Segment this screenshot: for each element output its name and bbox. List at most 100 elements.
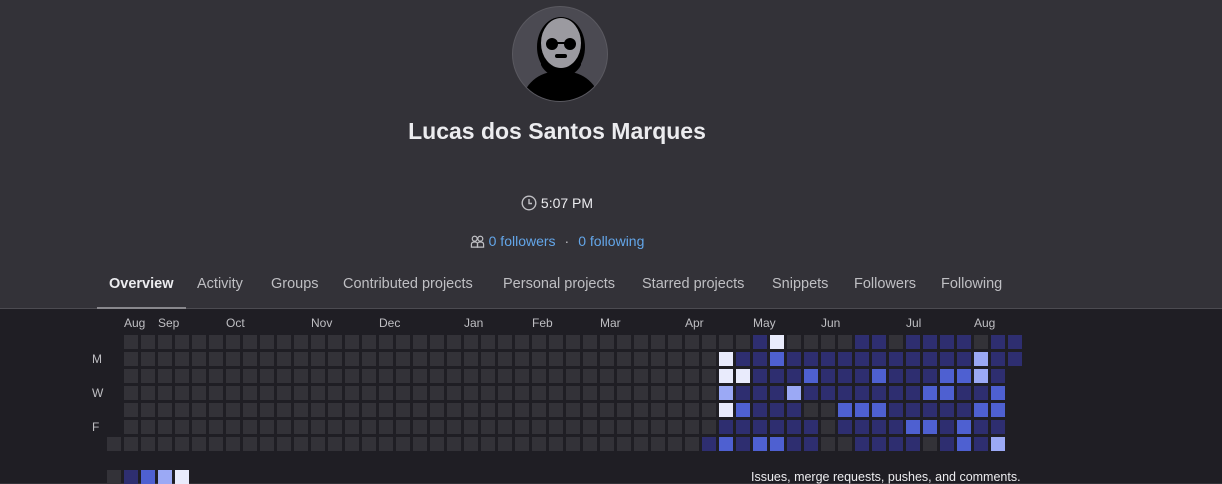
tab-activity[interactable]: Activity [197,263,243,308]
contribution-cell[interactable] [787,420,801,434]
contribution-cell[interactable] [719,403,733,417]
contribution-cell[interactable] [974,437,988,451]
contribution-cell[interactable] [243,369,257,383]
contribution-cell[interactable] [226,335,240,349]
contribution-cell[interactable] [141,437,155,451]
tab-groups[interactable]: Groups [271,263,319,308]
contribution-cell[interactable] [685,352,699,366]
contribution-cell[interactable] [600,352,614,366]
contribution-cell[interactable] [498,403,512,417]
contribution-cell[interactable] [141,403,155,417]
contribution-cell[interactable] [906,420,920,434]
contribution-cell[interactable] [379,335,393,349]
contribution-cell[interactable] [838,352,852,366]
contribution-cell[interactable] [940,335,954,349]
contribution-cell[interactable] [396,369,410,383]
contribution-cell[interactable] [413,386,427,400]
contribution-cell[interactable] [430,352,444,366]
contribution-cell[interactable] [107,437,121,451]
contribution-cell[interactable] [719,420,733,434]
contribution-cell[interactable] [991,420,1005,434]
contribution-cell[interactable] [277,420,291,434]
contribution-cell[interactable] [192,437,206,451]
contribution-cell[interactable] [991,335,1005,349]
contribution-cell[interactable] [192,403,206,417]
contribution-cell[interactable] [804,386,818,400]
contribution-cell[interactable] [736,352,750,366]
contribution-cell[interactable] [141,386,155,400]
contribution-cell[interactable] [685,420,699,434]
contribution-cell[interactable] [804,352,818,366]
contribution-cell[interactable] [294,335,308,349]
contribution-cell[interactable] [906,403,920,417]
contribution-cell[interactable] [566,335,580,349]
contribution-cell[interactable] [345,403,359,417]
contribution-cell[interactable] [855,386,869,400]
contribution-cell[interactable] [617,386,631,400]
contribution-cell[interactable] [379,420,393,434]
contribution-cell[interactable] [600,369,614,383]
contribution-cell[interactable] [362,386,376,400]
contribution-cell[interactable] [362,369,376,383]
contribution-cell[interactable] [702,420,716,434]
contribution-cell[interactable] [719,386,733,400]
contribution-cell[interactable] [481,386,495,400]
contribution-cell[interactable] [1008,352,1022,366]
contribution-cell[interactable] [158,420,172,434]
contribution-cell[interactable] [736,437,750,451]
contribution-cell[interactable] [260,352,274,366]
contribution-cell[interactable] [974,369,988,383]
contribution-cell[interactable] [651,437,665,451]
contribution-cell[interactable] [447,369,461,383]
contribution-cell[interactable] [430,403,444,417]
contribution-cell[interactable] [209,437,223,451]
contribution-cell[interactable] [702,352,716,366]
contribution-cell[interactable] [957,369,971,383]
contribution-cell[interactable] [872,369,886,383]
contribution-cell[interactable] [464,420,478,434]
contribution-cell[interactable] [855,420,869,434]
contribution-cell[interactable] [923,420,937,434]
contribution-cell[interactable] [328,352,342,366]
contribution-cell[interactable] [328,386,342,400]
contribution-cell[interactable] [345,386,359,400]
contribution-cell[interactable] [124,403,138,417]
contribution-cell[interactable] [362,420,376,434]
tab-personal-projects[interactable]: Personal projects [503,263,615,308]
contribution-cell[interactable] [634,386,648,400]
contribution-cell[interactable] [192,369,206,383]
contribution-cell[interactable] [685,437,699,451]
contribution-cell[interactable] [141,369,155,383]
contribution-cell[interactable] [974,386,988,400]
contribution-cell[interactable] [804,420,818,434]
contribution-cell[interactable] [430,335,444,349]
contribution-cell[interactable] [413,369,427,383]
contribution-cell[interactable] [566,437,580,451]
contribution-cell[interactable] [379,437,393,451]
contribution-cell[interactable] [617,403,631,417]
contribution-cell[interactable] [464,369,478,383]
contribution-cell[interactable] [617,335,631,349]
contribution-cell[interactable] [447,335,461,349]
contribution-cell[interactable] [957,420,971,434]
contribution-cell[interactable] [600,437,614,451]
contribution-cell[interactable] [804,335,818,349]
contribution-cell[interactable] [141,335,155,349]
contribution-cell[interactable] [396,403,410,417]
contribution-cell[interactable] [345,369,359,383]
contribution-cell[interactable] [719,369,733,383]
contribution-cell[interactable] [736,420,750,434]
contribution-cell[interactable] [821,352,835,366]
tab-snippets[interactable]: Snippets [772,263,828,308]
contribution-cell[interactable] [413,420,427,434]
contribution-cell[interactable] [243,420,257,434]
contribution-cell[interactable] [362,335,376,349]
contribution-cell[interactable] [838,403,852,417]
contribution-cell[interactable] [787,335,801,349]
contribution-cell[interactable] [124,386,138,400]
contribution-cell[interactable] [532,437,546,451]
contribution-cell[interactable] [872,420,886,434]
contribution-cell[interactable] [634,437,648,451]
contribution-cell[interactable] [770,403,784,417]
contribution-cell[interactable] [515,403,529,417]
